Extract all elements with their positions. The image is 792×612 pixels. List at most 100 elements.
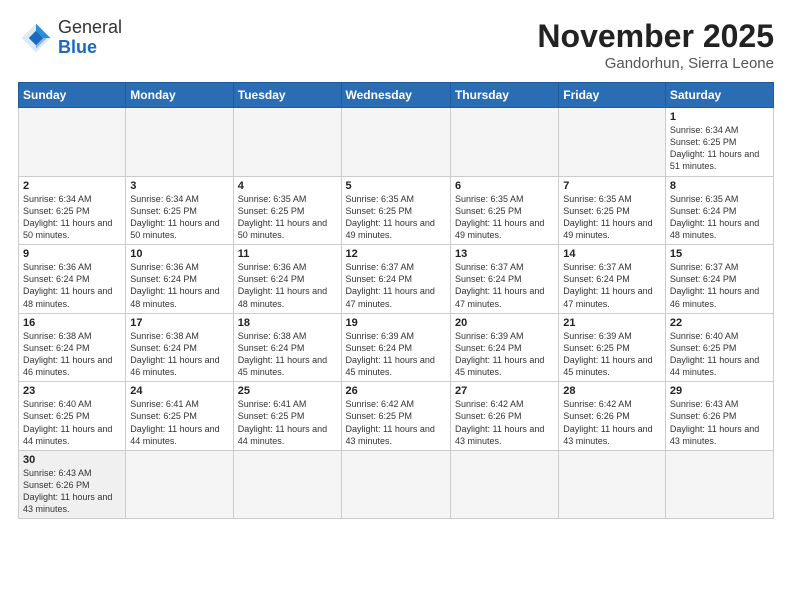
table-row: 8Sunrise: 6:35 AM Sunset: 6:24 PM Daylig…	[665, 176, 773, 245]
col-tuesday: Tuesday	[233, 83, 341, 108]
table-row: 15Sunrise: 6:37 AM Sunset: 6:24 PM Dayli…	[665, 245, 773, 314]
day-info: Sunrise: 6:37 AM Sunset: 6:24 PM Dayligh…	[563, 261, 661, 310]
day-number: 24	[130, 385, 228, 397]
table-row	[450, 108, 558, 177]
table-row: 2Sunrise: 6:34 AM Sunset: 6:25 PM Daylig…	[19, 176, 126, 245]
table-row: 23Sunrise: 6:40 AM Sunset: 6:25 PM Dayli…	[19, 382, 126, 451]
day-info: Sunrise: 6:38 AM Sunset: 6:24 PM Dayligh…	[130, 330, 228, 379]
day-info: Sunrise: 6:38 AM Sunset: 6:24 PM Dayligh…	[23, 330, 121, 379]
table-row: 17Sunrise: 6:38 AM Sunset: 6:24 PM Dayli…	[126, 313, 233, 382]
day-number: 1	[670, 111, 769, 123]
table-row: 12Sunrise: 6:37 AM Sunset: 6:24 PM Dayli…	[341, 245, 450, 314]
table-row	[233, 450, 341, 519]
table-row	[233, 108, 341, 177]
table-row: 11Sunrise: 6:36 AM Sunset: 6:24 PM Dayli…	[233, 245, 341, 314]
day-info: Sunrise: 6:34 AM Sunset: 6:25 PM Dayligh…	[23, 193, 121, 242]
title-block: November 2025 Gandorhun, Sierra Leone	[537, 18, 774, 72]
day-number: 27	[455, 385, 554, 397]
day-number: 22	[670, 317, 769, 329]
table-row: 9Sunrise: 6:36 AM Sunset: 6:24 PM Daylig…	[19, 245, 126, 314]
table-row	[665, 450, 773, 519]
calendar-table: Sunday Monday Tuesday Wednesday Thursday…	[18, 82, 774, 519]
day-info: Sunrise: 6:35 AM Sunset: 6:24 PM Dayligh…	[670, 193, 769, 242]
day-info: Sunrise: 6:37 AM Sunset: 6:24 PM Dayligh…	[346, 261, 446, 310]
day-info: Sunrise: 6:36 AM Sunset: 6:24 PM Dayligh…	[23, 261, 121, 310]
day-number: 9	[23, 248, 121, 260]
logo-general: General	[58, 18, 122, 38]
calendar-page: General Blue November 2025 Gandorhun, Si…	[0, 0, 792, 612]
day-info: Sunrise: 6:41 AM Sunset: 6:25 PM Dayligh…	[238, 398, 337, 447]
table-row: 19Sunrise: 6:39 AM Sunset: 6:24 PM Dayli…	[341, 313, 450, 382]
day-number: 23	[23, 385, 121, 397]
day-info: Sunrise: 6:42 AM Sunset: 6:26 PM Dayligh…	[455, 398, 554, 447]
day-info: Sunrise: 6:35 AM Sunset: 6:25 PM Dayligh…	[563, 193, 661, 242]
day-info: Sunrise: 6:34 AM Sunset: 6:25 PM Dayligh…	[130, 193, 228, 242]
day-info: Sunrise: 6:39 AM Sunset: 6:24 PM Dayligh…	[455, 330, 554, 379]
table-row: 4Sunrise: 6:35 AM Sunset: 6:25 PM Daylig…	[233, 176, 341, 245]
table-row: 27Sunrise: 6:42 AM Sunset: 6:26 PM Dayli…	[450, 382, 558, 451]
table-row: 26Sunrise: 6:42 AM Sunset: 6:25 PM Dayli…	[341, 382, 450, 451]
day-number: 20	[455, 317, 554, 329]
day-info: Sunrise: 6:40 AM Sunset: 6:25 PM Dayligh…	[670, 330, 769, 379]
logo-blue: Blue	[58, 38, 122, 58]
logo-text: General Blue	[58, 18, 122, 58]
day-number: 29	[670, 385, 769, 397]
day-number: 16	[23, 317, 121, 329]
day-number: 11	[238, 248, 337, 260]
table-row: 16Sunrise: 6:38 AM Sunset: 6:24 PM Dayli…	[19, 313, 126, 382]
day-info: Sunrise: 6:35 AM Sunset: 6:25 PM Dayligh…	[455, 193, 554, 242]
day-number: 26	[346, 385, 446, 397]
table-row: 29Sunrise: 6:43 AM Sunset: 6:26 PM Dayli…	[665, 382, 773, 451]
day-number: 21	[563, 317, 661, 329]
day-info: Sunrise: 6:36 AM Sunset: 6:24 PM Dayligh…	[130, 261, 228, 310]
table-row	[450, 450, 558, 519]
table-row	[559, 108, 666, 177]
day-info: Sunrise: 6:38 AM Sunset: 6:24 PM Dayligh…	[238, 330, 337, 379]
day-number: 6	[455, 180, 554, 192]
table-row: 24Sunrise: 6:41 AM Sunset: 6:25 PM Dayli…	[126, 382, 233, 451]
day-number: 2	[23, 180, 121, 192]
month-title: November 2025	[537, 18, 774, 55]
day-info: Sunrise: 6:43 AM Sunset: 6:26 PM Dayligh…	[23, 467, 121, 516]
table-row	[341, 108, 450, 177]
day-number: 3	[130, 180, 228, 192]
logo: General Blue	[18, 18, 122, 58]
day-info: Sunrise: 6:42 AM Sunset: 6:26 PM Dayligh…	[563, 398, 661, 447]
table-row: 20Sunrise: 6:39 AM Sunset: 6:24 PM Dayli…	[450, 313, 558, 382]
day-info: Sunrise: 6:35 AM Sunset: 6:25 PM Dayligh…	[346, 193, 446, 242]
day-number: 7	[563, 180, 661, 192]
day-number: 5	[346, 180, 446, 192]
day-info: Sunrise: 6:40 AM Sunset: 6:25 PM Dayligh…	[23, 398, 121, 447]
table-row: 1Sunrise: 6:34 AM Sunset: 6:25 PM Daylig…	[665, 108, 773, 177]
col-saturday: Saturday	[665, 83, 773, 108]
day-number: 28	[563, 385, 661, 397]
table-row: 21Sunrise: 6:39 AM Sunset: 6:25 PM Dayli…	[559, 313, 666, 382]
table-row	[559, 450, 666, 519]
day-info: Sunrise: 6:43 AM Sunset: 6:26 PM Dayligh…	[670, 398, 769, 447]
calendar-header-row: Sunday Monday Tuesday Wednesday Thursday…	[19, 83, 774, 108]
day-number: 8	[670, 180, 769, 192]
table-row	[19, 108, 126, 177]
day-number: 10	[130, 248, 228, 260]
col-sunday: Sunday	[19, 83, 126, 108]
day-info: Sunrise: 6:41 AM Sunset: 6:25 PM Dayligh…	[130, 398, 228, 447]
table-row: 22Sunrise: 6:40 AM Sunset: 6:25 PM Dayli…	[665, 313, 773, 382]
day-number: 13	[455, 248, 554, 260]
day-number: 19	[346, 317, 446, 329]
table-row	[126, 108, 233, 177]
day-info: Sunrise: 6:36 AM Sunset: 6:24 PM Dayligh…	[238, 261, 337, 310]
day-number: 12	[346, 248, 446, 260]
table-row: 14Sunrise: 6:37 AM Sunset: 6:24 PM Dayli…	[559, 245, 666, 314]
day-number: 18	[238, 317, 337, 329]
table-row: 5Sunrise: 6:35 AM Sunset: 6:25 PM Daylig…	[341, 176, 450, 245]
table-row: 6Sunrise: 6:35 AM Sunset: 6:25 PM Daylig…	[450, 176, 558, 245]
day-info: Sunrise: 6:39 AM Sunset: 6:25 PM Dayligh…	[563, 330, 661, 379]
table-row: 30Sunrise: 6:43 AM Sunset: 6:26 PM Dayli…	[19, 450, 126, 519]
col-monday: Monday	[126, 83, 233, 108]
day-info: Sunrise: 6:39 AM Sunset: 6:24 PM Dayligh…	[346, 330, 446, 379]
table-row: 28Sunrise: 6:42 AM Sunset: 6:26 PM Dayli…	[559, 382, 666, 451]
day-info: Sunrise: 6:42 AM Sunset: 6:25 PM Dayligh…	[346, 398, 446, 447]
day-info: Sunrise: 6:37 AM Sunset: 6:24 PM Dayligh…	[670, 261, 769, 310]
table-row: 25Sunrise: 6:41 AM Sunset: 6:25 PM Dayli…	[233, 382, 341, 451]
col-thursday: Thursday	[450, 83, 558, 108]
